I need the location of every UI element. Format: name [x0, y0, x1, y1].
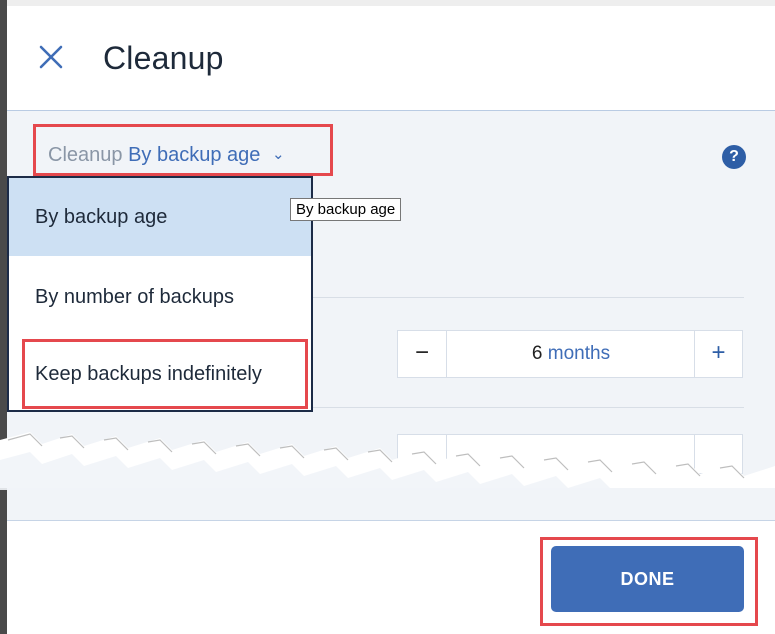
dropdown-option-by-backup-age[interactable]: By backup age [9, 178, 311, 256]
retention-stepper: − 6 months + [397, 330, 743, 378]
torn-edge-overlay [0, 432, 775, 490]
decrement-button[interactable]: − [398, 331, 447, 377]
window-edge [0, 0, 7, 634]
done-button[interactable]: DONE [551, 546, 744, 612]
highlight-cleanup-selector [33, 124, 333, 176]
retention-value[interactable]: 6 months [446, 331, 696, 377]
highlight-keep-indefinitely [22, 339, 308, 409]
dropdown-option-by-number-of-backups[interactable]: By number of backups [9, 258, 311, 336]
retention-number: 6 [531, 343, 543, 364]
retention-unit: months [547, 343, 611, 364]
dialog-title: Cleanup [103, 40, 224, 76]
close-icon[interactable] [36, 42, 66, 72]
help-icon[interactable]: ? [722, 145, 746, 169]
footer-divider [7, 520, 775, 521]
increment-button[interactable]: + [694, 331, 742, 377]
row-divider [312, 297, 744, 298]
tooltip: By backup age [290, 198, 402, 221]
row-divider [312, 407, 744, 408]
